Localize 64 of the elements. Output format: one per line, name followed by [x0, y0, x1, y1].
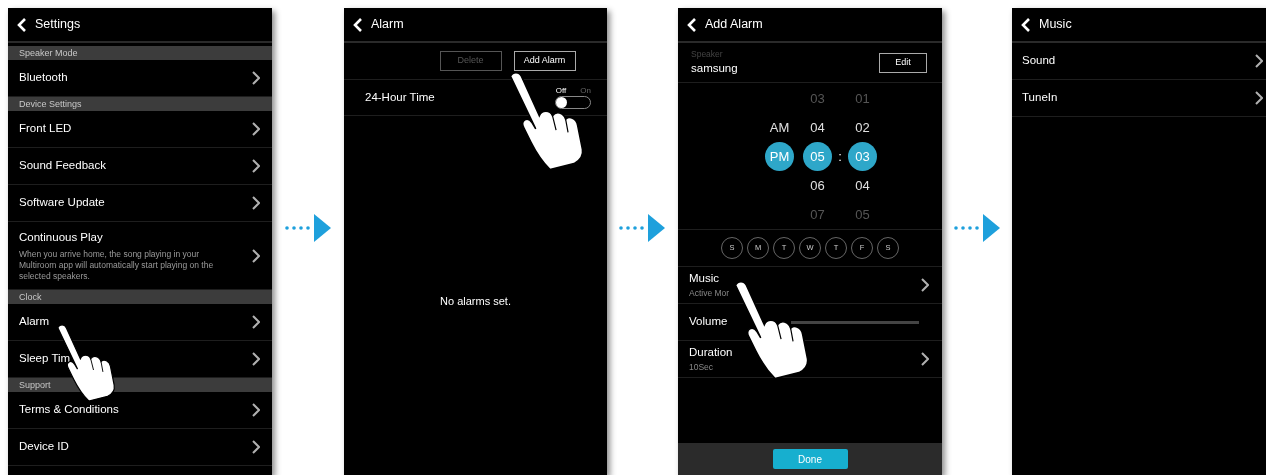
- row-label: Front LED: [19, 121, 72, 137]
- chevron-right-icon: [921, 352, 929, 366]
- arrow-icon: [619, 214, 666, 242]
- chevron-right-icon: [1255, 54, 1263, 68]
- row-label: Alarm: [19, 314, 50, 330]
- row-label: Software Update: [19, 195, 105, 211]
- field-label: Speaker: [691, 47, 724, 61]
- arrow-icon: [284, 214, 332, 242]
- section-header: Speaker Mode: [8, 46, 272, 60]
- screen-title: Settings: [35, 16, 81, 34]
- empty-message: No alarms set.: [440, 294, 511, 307]
- row-label: TuneIn: [1022, 90, 1058, 106]
- row-value: 10Sec: [689, 361, 715, 374]
- chevron-right-icon: [252, 315, 260, 329]
- row-label: Device ID: [19, 439, 69, 455]
- chevron-right-icon: [252, 248, 260, 263]
- settings-row[interactable]: Software Update: [8, 185, 272, 222]
- row-label: 24-Hour Time: [365, 89, 435, 105]
- section-header: Clock: [8, 290, 272, 304]
- picker-item[interactable]: 04: [810, 117, 825, 138]
- back-icon[interactable]: [1021, 17, 1031, 32]
- row-label: Sleep Tim: [19, 351, 71, 367]
- row-label: Terms & Conditions: [19, 402, 119, 418]
- time-separator: :: [838, 147, 842, 166]
- row-description: When you arrive home, the song playing in your Multiroom app will automatically start playing on the selected speakers.: [19, 248, 215, 282]
- row-label: Music: [689, 271, 721, 286]
- chevron-right-icon: [252, 403, 260, 417]
- row-label: Volume: [689, 314, 728, 330]
- toggle-label: Off: [555, 86, 567, 95]
- chevron-right-icon: [252, 159, 260, 173]
- settings-row[interactable]: Front LED: [8, 111, 272, 148]
- chevron-right-icon: [252, 122, 260, 136]
- settings-row[interactable]: TuneIn: [1012, 80, 1266, 117]
- chevron-right-icon: [921, 278, 929, 292]
- picker-item[interactable]: AM: [769, 117, 790, 138]
- settings-row[interactable]: Sound: [1012, 43, 1266, 80]
- settings-row[interactable]: Device ID: [8, 429, 272, 466]
- row-value: Active Mor: [689, 287, 730, 300]
- settings-row[interactable]: Sound Feedback: [8, 148, 272, 185]
- row-label: Continuous Play: [19, 230, 104, 246]
- back-icon[interactable]: [353, 17, 363, 32]
- speaker-name: samsung: [691, 61, 738, 77]
- toggle-label: On: [580, 86, 591, 95]
- section-header: Device Settings: [8, 97, 272, 111]
- screen-title: Add Alarm: [705, 16, 763, 34]
- arrow-icon: [953, 214, 1001, 242]
- chevron-right-icon: [252, 440, 260, 454]
- chevron-right-icon: [252, 71, 260, 85]
- row-label: Duration: [689, 345, 733, 360]
- screen-title: Music: [1039, 16, 1072, 34]
- back-icon[interactable]: [17, 17, 27, 32]
- edit-button[interactable]: Edit: [879, 52, 927, 73]
- chevron-right-icon: [252, 352, 260, 366]
- picker-item[interactable]: 02: [855, 117, 870, 138]
- chevron-right-icon: [1255, 91, 1263, 105]
- alarm-button[interactable]: Add Alarm: [513, 51, 576, 71]
- picker-item[interactable]: 04: [855, 175, 870, 196]
- back-icon[interactable]: [687, 17, 697, 32]
- chevron-right-icon: [252, 196, 260, 210]
- row-label: Sound: [1022, 53, 1056, 69]
- screen-title: Alarm: [371, 16, 404, 34]
- row-label: Bluetooth: [19, 70, 68, 86]
- row-label: Sound Feedback: [19, 158, 106, 174]
- picker-item[interactable]: 06: [810, 175, 825, 196]
